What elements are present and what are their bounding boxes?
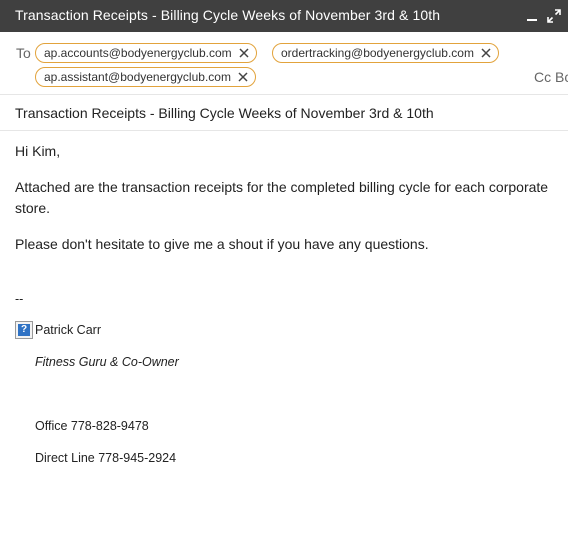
signature-title: Fitness Guru & Co-Owner [35, 355, 179, 369]
recipient-email: ordertracking@bodyenergyclub.com [281, 46, 474, 60]
compose-window-title: Transaction Receipts - Billing Cycle Wee… [15, 7, 441, 23]
recipient-chip[interactable]: ap.accounts@bodyenergyclub.com [35, 43, 257, 63]
remove-recipient-icon[interactable] [480, 47, 492, 59]
signature-name: Patrick Carr [35, 323, 101, 337]
subject-text: Transaction Receipts - Billing Cycle Wee… [15, 105, 434, 121]
expand-icon[interactable] [546, 8, 562, 24]
minimize-icon[interactable] [524, 8, 540, 24]
remove-recipient-icon[interactable] [238, 47, 250, 59]
recipient-email: ap.assistant@bodyenergyclub.com [44, 70, 231, 84]
recipient-chip[interactable]: ap.assistant@bodyenergyclub.com [35, 67, 256, 87]
body-paragraph: Please don't hesitate to give me a shout… [15, 236, 429, 252]
compose-title-bar: Transaction Receipts - Billing Cycle Wee… [0, 0, 568, 32]
to-label: To [16, 45, 31, 61]
recipient-email: ap.accounts@bodyenergyclub.com [44, 46, 232, 60]
greeting-text: Hi Kim, [15, 143, 61, 159]
body-paragraph: Attached are the transaction receipts fo… [15, 179, 549, 216]
cc-bcc-link[interactable]: Cc Bcc [534, 69, 568, 85]
recipients-field[interactable]: To ap.accounts@bodyenergyclub.com ordert… [0, 32, 568, 95]
subject-field[interactable]: Transaction Receipts - Billing Cycle Wee… [0, 94, 568, 131]
broken-image-icon: ? [15, 321, 33, 339]
recipient-chip[interactable]: ordertracking@bodyenergyclub.com [272, 43, 499, 63]
signature-office-phone: Office 778-828-9478 [35, 419, 149, 433]
signature-direct-phone: Direct Line 778-945-2924 [35, 451, 177, 465]
signature-separator: -- [15, 292, 24, 306]
remove-recipient-icon[interactable] [237, 71, 249, 83]
